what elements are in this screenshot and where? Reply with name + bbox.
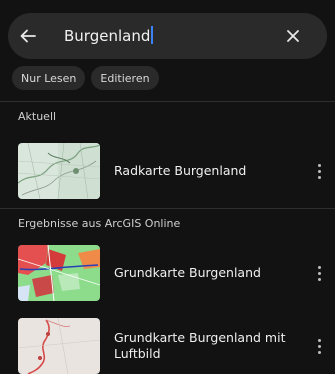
filter-chip-read-only[interactable]: Nur Lesen: [12, 66, 86, 90]
arrow-left-icon: [20, 29, 36, 43]
more-vertical-icon-dot: [317, 350, 321, 354]
map-thumbnail: [18, 318, 100, 374]
more-options-button[interactable]: [313, 334, 325, 358]
more-vertical-icon: [317, 338, 321, 342]
search-bar: Burgenland: [8, 13, 327, 59]
item-title: Radkarte Burgenland: [114, 163, 247, 178]
more-vertical-icon-dot: [317, 344, 321, 348]
back-button[interactable]: [16, 24, 40, 48]
more-options-button[interactable]: [313, 159, 325, 183]
close-icon: [287, 30, 299, 42]
list-item[interactable]: Grundkarte Burgenland: [0, 245, 335, 301]
more-vertical-icon-dot: [317, 271, 321, 275]
more-vertical-icon-dot: [317, 169, 321, 173]
more-vertical-icon: [317, 163, 321, 167]
chip-label: Editieren: [100, 71, 150, 85]
filter-chips: Nur Lesen Editieren: [12, 66, 159, 90]
divider: [0, 208, 335, 209]
list-item[interactable]: Radkarte Burgenland: [0, 143, 335, 199]
item-title: Grundkarte Burgenland mit Luftbild: [114, 330, 286, 361]
text-caret: [151, 26, 154, 44]
more-vertical-icon-dot: [317, 175, 321, 179]
map-thumbnail: [18, 143, 100, 199]
map-thumbnail: [18, 245, 100, 301]
divider: [0, 101, 335, 102]
item-title: Grundkarte Burgenland: [114, 265, 261, 280]
chip-label: Nur Lesen: [21, 71, 77, 85]
section-label-current: Aktuell: [18, 110, 57, 123]
more-vertical-icon: [317, 265, 321, 269]
search-input-value: Burgenland: [64, 27, 151, 45]
clear-search-button[interactable]: [281, 24, 305, 48]
list-item[interactable]: Grundkarte Burgenland mit Luftbild: [0, 318, 335, 374]
more-vertical-icon-dot: [317, 277, 321, 281]
more-options-button[interactable]: [313, 261, 325, 285]
filter-chip-editable[interactable]: Editieren: [91, 66, 159, 90]
search-input[interactable]: Burgenland: [64, 24, 264, 48]
section-label-results: Ergebnisse aus ArcGIS Online: [18, 217, 181, 230]
